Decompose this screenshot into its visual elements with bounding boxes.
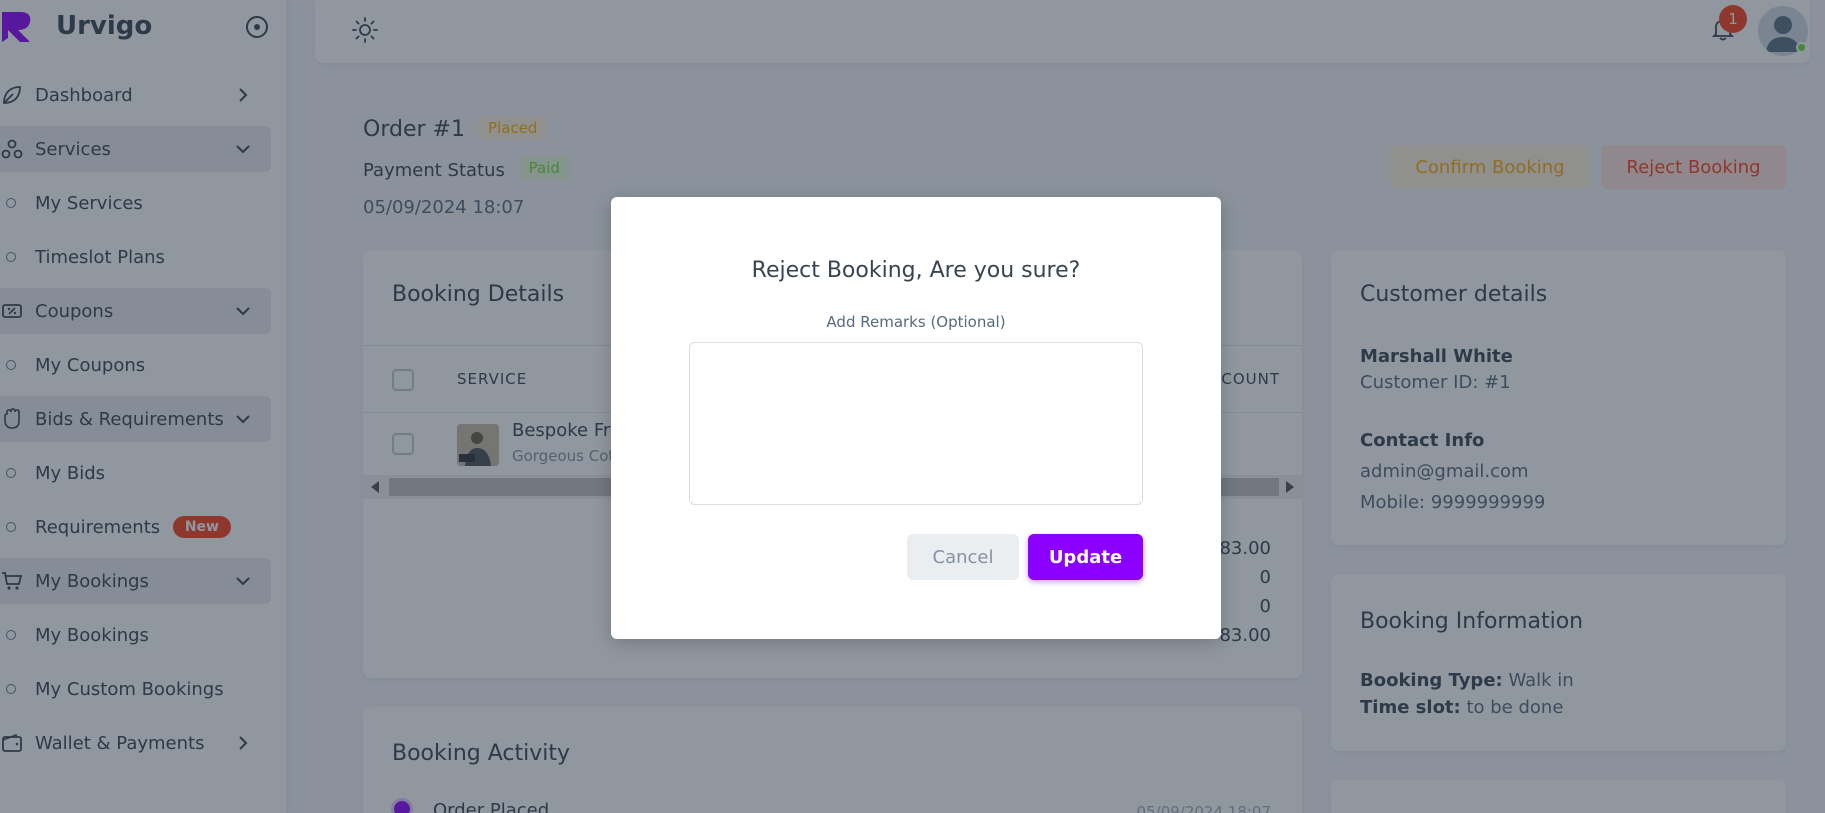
- reject-booking-modal: Reject Booking, Are you sure? Add Remark…: [611, 197, 1221, 639]
- modal-title: Reject Booking, Are you sure?: [751, 258, 1081, 283]
- update-button[interactable]: Update: [1028, 534, 1143, 580]
- remarks-textarea[interactable]: [689, 342, 1143, 505]
- remarks-label: Add Remarks (Optional): [826, 313, 1006, 331]
- cancel-button[interactable]: Cancel: [907, 534, 1019, 580]
